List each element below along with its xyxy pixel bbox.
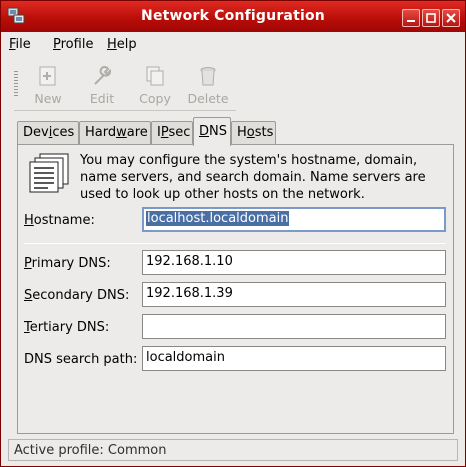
secondary-dns-label: Secondary DNS: [24,288,130,303]
tertiary-dns-field[interactable] [142,314,446,339]
copy-label: Copy [139,91,171,106]
hostname-field[interactable]: localhost.localdomain [142,207,446,232]
status-bar: Active profile: Common [8,439,458,461]
edit-button[interactable]: Edit [78,61,126,107]
delete-label: Delete [187,91,229,106]
menu-bar: File Profile Help [1,32,465,57]
menu-file[interactable]: File [9,37,31,52]
delete-button[interactable]: Delete [184,61,232,107]
tab-hosts[interactable]: Hosts [231,121,276,145]
copy-button[interactable]: Copy [131,61,179,107]
dns-search-path-label: DNS search path: [24,352,138,367]
document-stack-icon [29,153,69,193]
secondary-dns-field[interactable]: 192.168.1.39 [142,282,446,307]
dns-search-path-field[interactable]: localdomain [142,346,446,371]
edit-label: Edit [89,91,115,106]
separator [24,243,446,244]
active-profile-status: Active profile: Common [14,443,167,458]
maximize-button[interactable] [422,9,440,27]
tab-dns[interactable]: DNS [193,117,231,146]
wrench-icon [94,66,112,85]
hostname-label: Hostname: [24,213,95,228]
toolbar: New Edit Copy Delete [1,57,465,111]
minimize-icon [407,20,415,22]
close-icon [446,13,456,23]
trash-icon [200,67,216,86]
primary-dns-label: Primary DNS: [24,256,111,271]
network-configuration-window: Network Configuration File Profile Help … [0,0,466,467]
tab-ipsec[interactable]: IPsec [151,121,193,145]
tertiary-dns-label: Tertiary DNS: [24,320,110,335]
dns-description: You may configure the system's hostname,… [80,153,426,202]
dns-panel: You may configure the system's hostname,… [17,144,454,434]
maximize-icon [426,13,436,23]
new-button[interactable]: New [24,61,72,107]
new-label: New [34,91,62,106]
menu-help[interactable]: Help [107,37,137,52]
copy-icon [146,66,164,86]
tab-hardware[interactable]: Hardware [79,121,151,145]
primary-dns-field[interactable]: 192.168.1.10 [142,250,446,275]
tab-devices[interactable]: Devices [17,121,79,145]
toolbar-separator [14,110,236,111]
new-icon [39,66,56,86]
window-title: Network Configuration [141,8,325,24]
minimize-button[interactable] [402,9,420,27]
close-button[interactable] [442,9,460,27]
menu-profile[interactable]: Profile [53,37,93,52]
title-bar[interactable]: Network Configuration [1,1,465,32]
toolbar-grip[interactable] [14,71,18,97]
